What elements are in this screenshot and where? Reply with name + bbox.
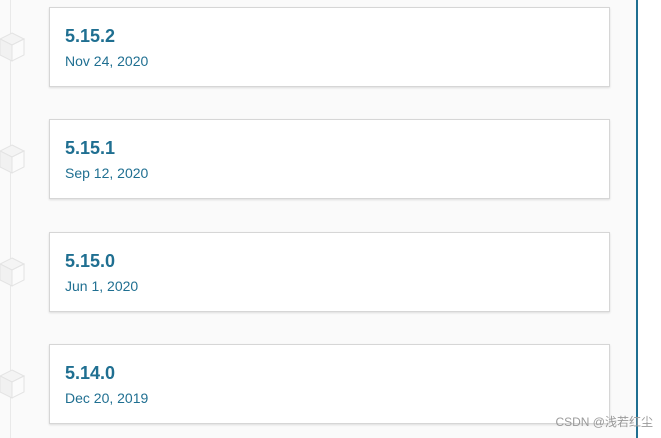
release-item: 5.15.1 Sep 12, 2020 bbox=[0, 119, 636, 201]
release-list: 5.15.2 Nov 24, 2020 5.15.1 Sep 12, 2020 bbox=[0, 0, 636, 438]
release-date: Jun 1, 2020 bbox=[65, 278, 139, 294]
package-cube-icon bbox=[0, 32, 26, 62]
release-item: 5.15.2 Nov 24, 2020 bbox=[0, 7, 636, 89]
release-card[interactable]: 5.14.0 Dec 20, 2019 bbox=[49, 344, 610, 424]
release-card[interactable]: 5.15.0 Jun 1, 2020 bbox=[49, 232, 610, 312]
release-version[interactable]: 5.15.2 bbox=[65, 25, 115, 47]
release-item: 5.14.0 Dec 20, 2019 bbox=[0, 344, 636, 426]
release-item: 5.15.0 Jun 1, 2020 bbox=[0, 232, 636, 314]
package-cube-icon bbox=[0, 144, 26, 174]
package-cube-icon bbox=[0, 369, 26, 399]
package-cube-icon bbox=[0, 257, 26, 287]
watermark: CSDN @浅若红尘 bbox=[555, 415, 653, 429]
release-version[interactable]: 5.15.1 bbox=[65, 137, 115, 159]
release-card[interactable]: 5.15.1 Sep 12, 2020 bbox=[49, 119, 610, 199]
release-version[interactable]: 5.14.0 bbox=[65, 362, 115, 384]
release-history-page: 5.15.2 Nov 24, 2020 5.15.1 Sep 12, 2020 bbox=[0, 0, 661, 438]
release-version[interactable]: 5.15.0 bbox=[65, 250, 115, 272]
release-date: Sep 12, 2020 bbox=[65, 165, 149, 181]
release-card[interactable]: 5.15.2 Nov 24, 2020 bbox=[49, 7, 610, 87]
right-gutter bbox=[638, 0, 661, 438]
release-date: Nov 24, 2020 bbox=[65, 53, 149, 69]
release-date: Dec 20, 2019 bbox=[65, 390, 149, 406]
